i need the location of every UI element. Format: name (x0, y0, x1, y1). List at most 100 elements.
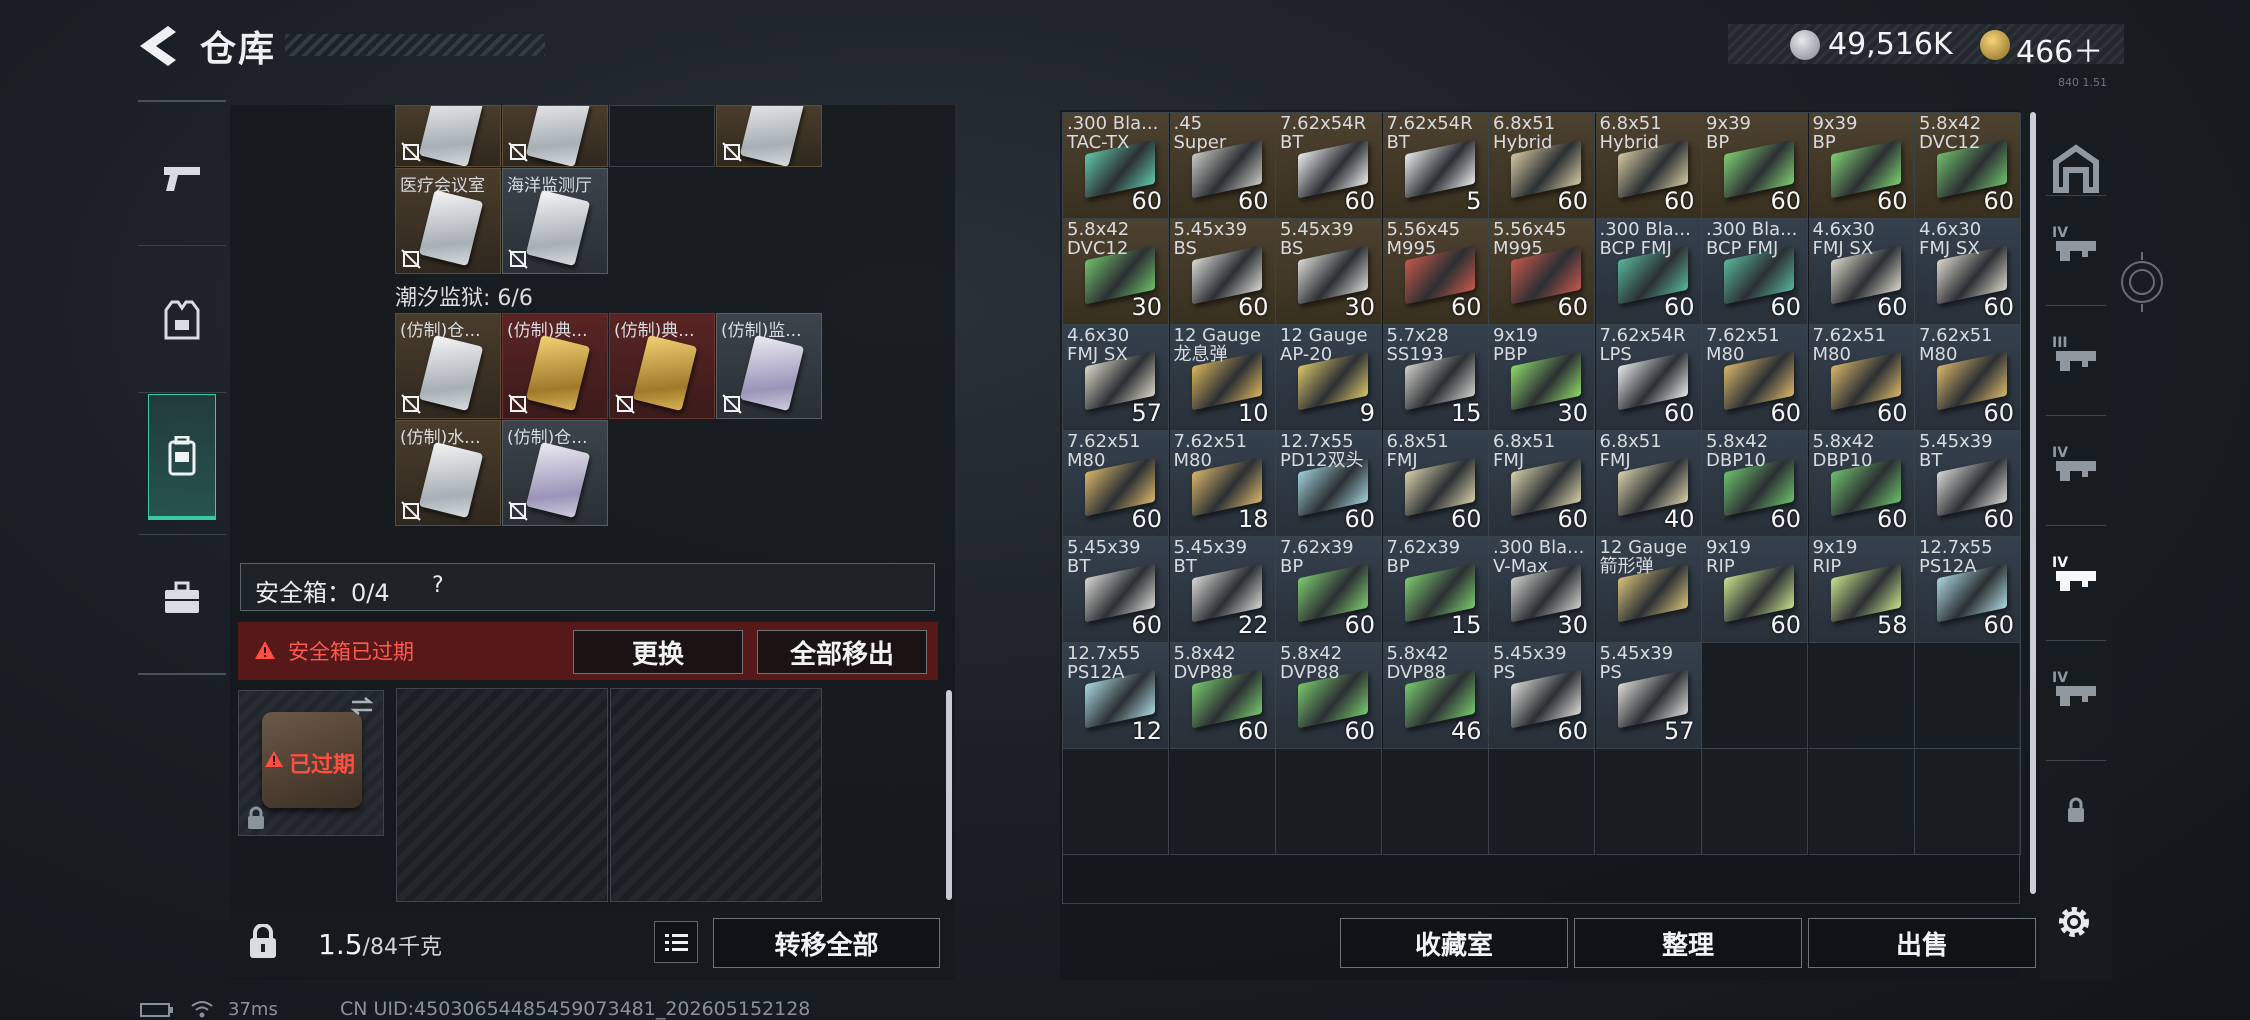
ammo-item[interactable]: 6.8x51 FMJ 60 (1382, 431, 1489, 537)
ammo-item[interactable]: 5.45x39 BS 60 (1169, 219, 1276, 325)
ammo-item[interactable]: 7.62x51 M80 60 (1063, 431, 1169, 537)
safe-slot[interactable] (396, 688, 608, 902)
nav-equipment[interactable] (148, 274, 216, 366)
ammo-item[interactable]: 6.8x51 FMJ 60 (1489, 431, 1595, 537)
ammo-item[interactable]: 6.8x51 Hybrid 60 (1489, 113, 1595, 219)
ammo-count: 15 (1450, 611, 1482, 639)
ammo-item[interactable]: .300 Bla... BCP FMJ 60 (1702, 219, 1808, 325)
ammo-item[interactable]: 7.62x54R BT 60 (1276, 113, 1382, 219)
ammo-name: 12 Gauge 箭形弹 (1599, 537, 1688, 577)
ammo-item[interactable]: 7.62x54R BT 5 (1382, 113, 1489, 219)
ammo-item[interactable]: 6.8x51 FMJ 40 (1595, 431, 1702, 537)
ammo-item[interactable]: 5.56x45 M995 60 (1382, 219, 1489, 325)
ammo-item[interactable]: 9x19 RIP 60 (1702, 537, 1808, 643)
ammo-item[interactable]: 5.8x42 DBP10 60 (1702, 431, 1808, 537)
scrollbar[interactable] (946, 690, 952, 900)
gold-coin-value[interactable]: 466＋ (2016, 27, 2103, 71)
silver-coin-icon (1790, 30, 1820, 60)
ammo-box-tier4-icon[interactable]: IV (2046, 545, 2106, 605)
nav-storage[interactable] (148, 394, 216, 520)
rifle-tier3-icon[interactable]: III (2046, 325, 2106, 385)
rifle-tier4c-icon[interactable]: IV (2046, 660, 2106, 720)
ammo-item[interactable]: 7.62x39 BP 15 (1382, 537, 1489, 643)
keycard-slot[interactable]: (仿制)典... (609, 313, 715, 419)
ammo-item[interactable]: 5.8x42 DBP10 60 (1808, 431, 1915, 537)
keycard-slot[interactable] (502, 105, 608, 167)
keycard-slot[interactable]: (仿制)水... (395, 420, 501, 526)
ammo-item[interactable]: 9x19 PBP 30 (1489, 325, 1595, 431)
keycard-slot[interactable]: (仿制)仓... (395, 313, 501, 419)
ammo-item[interactable]: 12 Gauge AP-20 9 (1276, 325, 1382, 431)
ammo-item[interactable]: 9x39 BP 60 (1808, 113, 1915, 219)
keycard-slot[interactable]: (仿制)典... (502, 313, 608, 419)
nav-cases[interactable] (148, 552, 216, 644)
ammo-item[interactable]: 5.45x39 BS 30 (1276, 219, 1382, 325)
gear-icon[interactable] (2052, 900, 2096, 944)
ammo-item[interactable]: 9x19 RIP 58 (1808, 537, 1915, 643)
ammo-count: 5 (1466, 187, 1482, 215)
ammo-item[interactable]: 5.8x42 DVC12 30 (1063, 219, 1169, 325)
ammo-item[interactable]: 5.45x39 PS 57 (1595, 643, 1702, 749)
move-all-out-button[interactable]: 全部移出 (757, 630, 927, 674)
nav-weapons[interactable] (148, 132, 216, 224)
swap-icon[interactable] (348, 696, 376, 716)
keycard-slot[interactable]: (仿制)仓... (502, 420, 608, 526)
ammo-item[interactable]: 5.45x39 BT 22 (1169, 537, 1276, 643)
ammo-item[interactable]: 5.45x39 BT 60 (1915, 431, 2021, 537)
replace-button[interactable]: 更换 (573, 630, 743, 674)
ammo-item[interactable]: 4.6x30 FMJ SX 57 (1063, 325, 1169, 431)
ammo-item[interactable]: 5.8x42 DVP88 46 (1382, 643, 1489, 749)
ammo-item[interactable]: 6.8x51 Hybrid 60 (1595, 113, 1702, 219)
ammo-item[interactable]: .300 Bla... TAC-TX 60 (1063, 113, 1169, 219)
keycard-slot[interactable]: (仿制)监... (716, 313, 822, 419)
safehouse-icon[interactable] (2046, 140, 2106, 200)
keycard-slot[interactable]: 海洋监测厅 (502, 168, 608, 274)
ammo-item[interactable]: 7.62x51 M80 60 (1808, 325, 1915, 431)
back-arrow-icon[interactable] (138, 22, 180, 70)
ammo-count: 60 (1983, 611, 2014, 639)
ammo-item[interactable]: 9x39 BP 60 (1702, 113, 1808, 219)
ammo-item[interactable]: .300 Bla... V-Max 30 (1489, 537, 1595, 643)
keycard-slot[interactable] (395, 105, 501, 167)
ammo-item[interactable]: 5.8x42 DVP88 60 (1169, 643, 1276, 749)
ammo-item[interactable]: 12 Gauge 箭形弹 (1595, 537, 1702, 643)
ammo-item[interactable]: 5.45x39 BT 60 (1063, 537, 1169, 643)
ammo-item[interactable]: 12.7x55 PS12A 60 (1915, 537, 2021, 643)
ammo-item[interactable]: 12 Gauge 龙息弹 10 (1169, 325, 1276, 431)
gold-coin-icon[interactable] (1980, 30, 2010, 60)
ammo-item[interactable]: 4.6x30 FMJ SX 60 (1808, 219, 1915, 325)
ammo-item[interactable]: 5.7x28 SS193 15 (1382, 325, 1489, 431)
rifle-tier4-icon[interactable]: IV (2046, 215, 2106, 275)
ammo-item[interactable]: 5.45x39 PS 60 (1489, 643, 1595, 749)
ammo-item[interactable]: 12.7x55 PS12A 12 (1063, 643, 1169, 749)
lock-icon[interactable] (2046, 780, 2106, 840)
ammo-item[interactable]: 4.6x30 FMJ SX 60 (1915, 219, 2021, 325)
ammo-item[interactable]: .45 Super 60 (1169, 113, 1276, 219)
weight-lock-icon[interactable] (248, 924, 278, 960)
safe-slot[interactable] (610, 688, 822, 902)
ammo-item[interactable]: 5.8x42 DVC12 60 (1915, 113, 2021, 219)
rifle-tier4b-icon[interactable]: IV (2046, 435, 2106, 495)
keycard-slot[interactable]: 医疗会议室 (395, 168, 501, 274)
ammo-item[interactable]: 7.62x51 M80 60 (1702, 325, 1808, 431)
ammo-item[interactable]: 7.62x51 M80 18 (1169, 431, 1276, 537)
tab-divider (2046, 640, 2106, 641)
ammo-item[interactable]: 7.62x51 M80 60 (1915, 325, 2021, 431)
empty-cell (1702, 749, 1808, 855)
ammo-item[interactable]: 7.62x54R LPS 60 (1595, 325, 1702, 431)
list-view-button[interactable] (654, 921, 698, 963)
svg-text:IV: IV (2052, 445, 2068, 461)
transfer-all-button[interactable]: 转移全部 (713, 918, 940, 968)
ammo-item[interactable]: 7.62x39 BP 60 (1276, 537, 1382, 643)
keycard-slot[interactable] (716, 105, 822, 167)
collection-room-button[interactable]: 收藏室 (1340, 918, 1568, 968)
tidy-button[interactable]: 整理 (1574, 918, 1802, 968)
ammo-item[interactable]: 5.56x45 M995 60 (1489, 219, 1595, 325)
keycard-slot[interactable] (609, 105, 715, 167)
ammo-item[interactable]: 12.7x55 PD12双头 60 (1276, 431, 1382, 537)
help-icon[interactable]: ? (432, 573, 444, 598)
sell-button[interactable]: 出售 (1808, 918, 2036, 968)
ammo-item[interactable]: .300 Bla... BCP FMJ 60 (1595, 219, 1702, 325)
scrollbar[interactable] (2030, 112, 2036, 894)
ammo-item[interactable]: 5.8x42 DVP88 60 (1276, 643, 1382, 749)
